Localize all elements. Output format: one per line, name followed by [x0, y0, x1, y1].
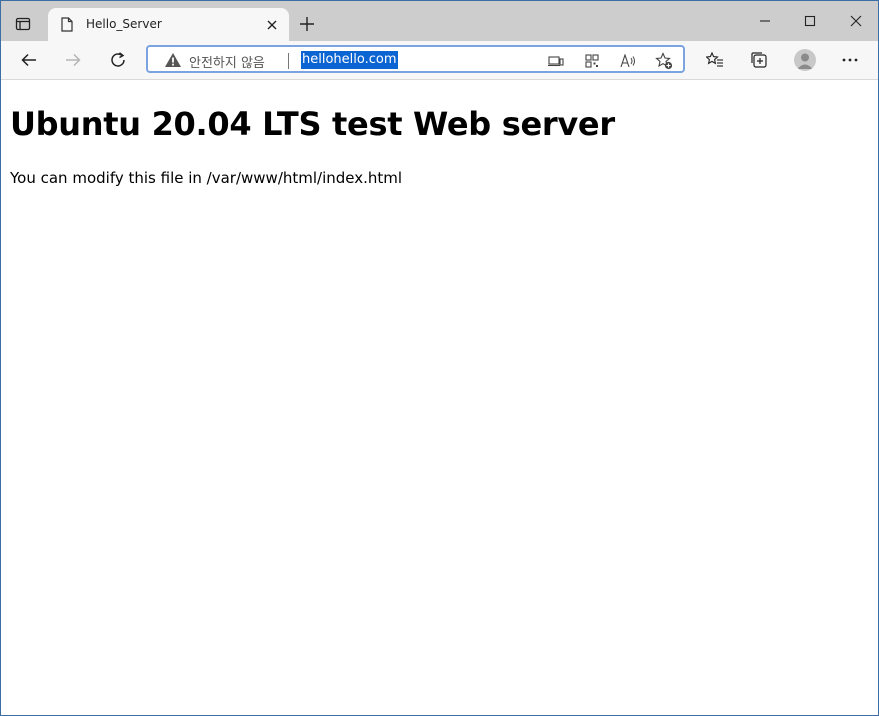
qr-code-button[interactable] — [582, 51, 602, 71]
tab-hello-server[interactable]: Hello_Server — [48, 8, 289, 41]
device-icon — [548, 56, 564, 67]
tab-strip: Hello_Server — [1, 1, 878, 41]
maximize-button[interactable] — [798, 10, 822, 32]
refresh-button[interactable] — [105, 47, 131, 73]
browser-window: Hello_Server 안전하지 않음 hellohello.com Ubun… — [0, 0, 879, 716]
minimize-button[interactable] — [753, 10, 777, 32]
close-icon — [850, 15, 862, 27]
tab-title: Hello_Server — [86, 17, 162, 31]
more-menu-button[interactable] — [837, 47, 863, 73]
window-close-button[interactable] — [844, 10, 868, 32]
forward-button[interactable] — [60, 47, 86, 73]
url-text[interactable]: hellohello.com — [301, 51, 398, 69]
address-divider — [288, 53, 289, 69]
add-favorite-button[interactable] — [654, 51, 674, 71]
profile-avatar[interactable] — [794, 49, 816, 71]
close-icon — [267, 20, 277, 30]
user-icon — [797, 53, 813, 69]
app-available-button[interactable] — [546, 51, 566, 71]
collections-icon — [751, 52, 767, 68]
read-aloud-button[interactable] — [618, 51, 638, 71]
collections-button[interactable] — [746, 47, 772, 73]
security-status[interactable]: 안전하지 않음 — [189, 52, 265, 71]
more-dots-icon — [842, 58, 858, 62]
favorites-button[interactable] — [702, 47, 728, 73]
page-icon — [61, 17, 73, 32]
warning-icon — [165, 53, 181, 67]
tab-actions-button[interactable] — [9, 10, 37, 38]
address-bar[interactable]: 안전하지 않음 hellohello.com — [146, 45, 685, 73]
page-heading: Ubuntu 20.04 LTS test Web server — [10, 105, 615, 143]
star-add-icon — [655, 52, 673, 70]
page-content: Ubuntu 20.04 LTS test Web server You can… — [1, 80, 878, 715]
navigation-toolbar: 안전하지 않음 hellohello.com — [1, 41, 878, 80]
plus-icon — [300, 17, 314, 31]
qr-code-icon — [585, 54, 599, 68]
tab-close-button[interactable] — [263, 16, 281, 34]
new-tab-button[interactable] — [296, 13, 318, 35]
maximize-icon — [804, 15, 816, 27]
back-button[interactable] — [16, 47, 42, 73]
refresh-icon — [111, 52, 125, 67]
favorites-list-icon — [706, 51, 723, 67]
minimize-icon — [760, 20, 770, 22]
page-paragraph: You can modify this file in /var/www/htm… — [10, 169, 403, 187]
arrow-right-icon — [66, 53, 81, 67]
read-aloud-icon — [620, 54, 635, 68]
arrow-left-icon — [21, 53, 36, 67]
tab-actions-icon — [15, 17, 31, 31]
